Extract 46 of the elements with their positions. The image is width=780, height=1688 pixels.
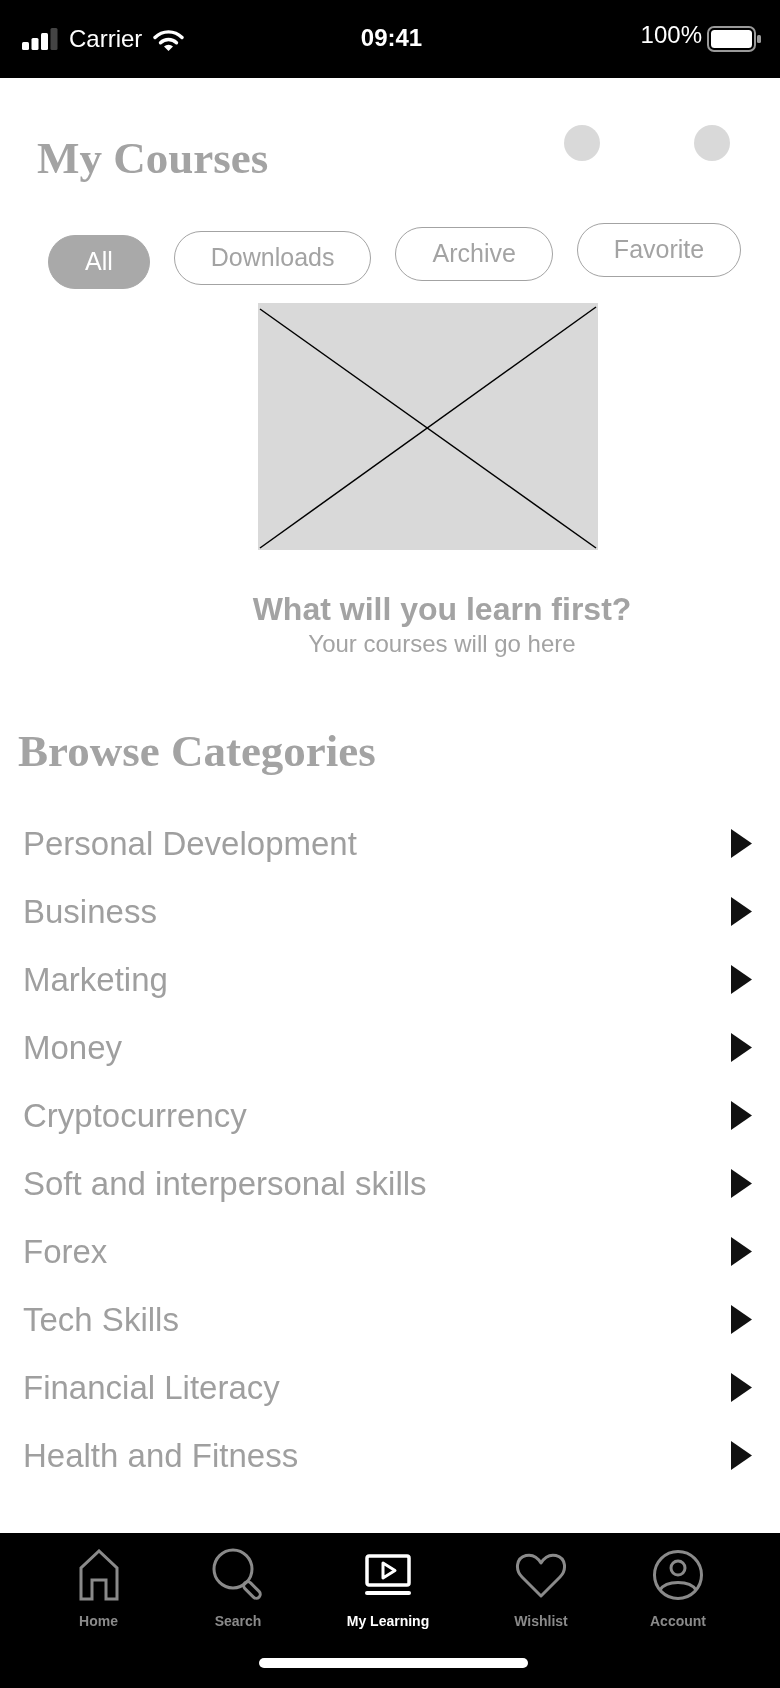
category-item[interactable]: Cryptocurrency: [0, 1081, 780, 1150]
caret-right-icon: [731, 897, 752, 927]
battery-percentage: 100%: [640, 23, 702, 47]
empty-state-title: What will you learn first?: [252, 589, 632, 629]
caret-right-icon: [731, 1441, 752, 1471]
category-item[interactable]: Marketing: [0, 945, 780, 1014]
wifi-icon: [153, 27, 185, 51]
category-item[interactable]: Soft and interpersonal skills: [0, 1149, 780, 1218]
filter-chip[interactable]: Downloads: [173, 230, 372, 285]
caret-right-icon: [731, 1169, 752, 1199]
circle-icon[interactable]: [694, 125, 730, 161]
caret-right-icon: [731, 829, 752, 859]
caret-right-icon: [731, 965, 752, 995]
empty-state-subtitle: Your courses will go here: [308, 630, 576, 659]
nav-tab[interactable]: My Learning: [309, 1546, 467, 1630]
category-item[interactable]: Forex: [0, 1217, 780, 1286]
battery-icon: [707, 26, 761, 52]
filter-chip[interactable]: Archive: [395, 226, 553, 281]
filter-chip[interactable]: All: [48, 234, 150, 289]
search-icon: [212, 1548, 264, 1602]
carrier-name: Carrier: [69, 27, 143, 51]
house-icon: [78, 1549, 119, 1601]
nav-tab[interactable]: Account: [615, 1546, 741, 1630]
caret-right-icon: [731, 1101, 752, 1131]
caret-right-icon: [731, 1237, 752, 1267]
page-title: My Courses: [37, 133, 269, 185]
play-screen-icon: [365, 1554, 411, 1596]
user-icon: [653, 1550, 703, 1600]
section-title: Browse Categories: [18, 725, 377, 778]
caret-right-icon: [731, 1305, 752, 1335]
category-item[interactable]: Money: [0, 1013, 780, 1082]
clock-time: 09:41: [360, 23, 423, 51]
category-item[interactable]: Business: [0, 877, 780, 946]
signal-icon: [22, 28, 58, 50]
category-item[interactable]: Financial Literacy: [0, 1353, 780, 1422]
category-item[interactable]: Tech Skills: [0, 1285, 780, 1354]
nav-tab[interactable]: Search: [167, 1546, 309, 1630]
nav-tab[interactable]: Home: [30, 1546, 167, 1630]
caret-right-icon: [731, 1033, 752, 1063]
caret-right-icon: [731, 1373, 752, 1403]
category-item[interactable]: Personal Development: [0, 809, 780, 878]
category-item[interactable]: Health and Fitness: [0, 1421, 780, 1490]
filter-chip[interactable]: Favorite: [576, 222, 742, 277]
nav-tab[interactable]: Wishlist: [467, 1546, 615, 1630]
circle-icon[interactable]: [564, 125, 600, 161]
heart-icon: [515, 1551, 567, 1599]
